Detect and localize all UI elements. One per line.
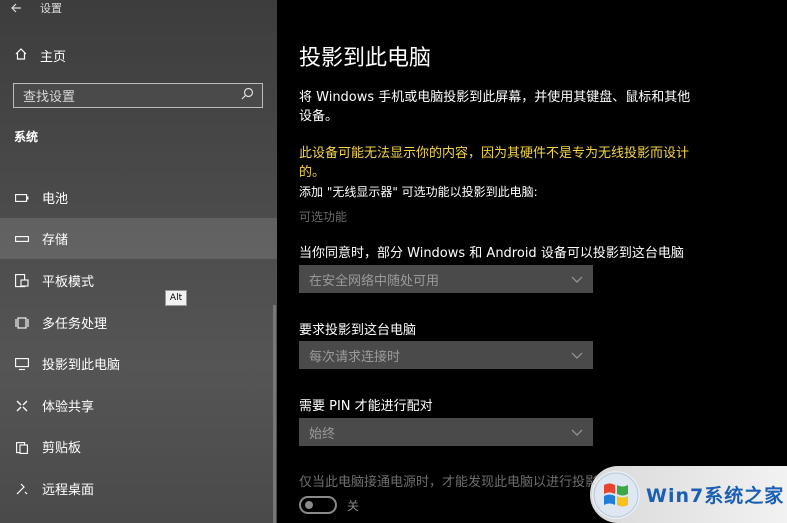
request-dropdown[interactable]: 每次请求连接时 [299,341,593,369]
toggle-state: 关 [347,498,360,513]
sidebar-item-battery[interactable]: 电池 [0,177,277,218]
chevron-down-icon [571,425,583,440]
search-placeholder: 查找设置 [23,90,76,105]
sidebar-item-clipboard[interactable]: 剪贴板 [0,426,277,467]
sidebar-item-remote-desktop[interactable]: 远程桌面 [0,468,277,509]
tablet-mode-icon [14,273,30,289]
description-text: 将 Windows 手机或电脑投影到此屏幕，并使用其键盘、鼠标和其他设备。 [299,90,691,124]
section-title: 系统 [14,130,39,144]
hardware-warning: 此设备可能无法显示你的内容，因为其硬件不是专为无线投影而设计的。 [299,146,690,180]
pin-dropdown[interactable]: 始终 [299,418,593,446]
shared-experiences-icon [14,398,30,414]
sidebar-item-label: 电池 [42,192,69,207]
request-value: 每次请求连接时 [309,349,401,365]
home-link[interactable]: 主页 [14,46,66,65]
title-bar: 设置 [10,0,62,16]
battery-icon [14,190,30,206]
sidebar-item-label: 多任务处理 [42,317,108,332]
window-title: 设置 [40,2,62,15]
page-title: 投影到此电脑 [299,46,432,71]
sidebar-item-multitasking[interactable]: 多任务处理 [0,302,277,343]
sidebar-item-tablet-mode[interactable]: 平板模式 [0,260,277,301]
sidebar-item-label: 体验共享 [42,400,95,415]
chevron-down-icon [571,272,583,287]
sidebar-scrollbar[interactable] [273,305,276,523]
add-feature-text: 添加 "无线显示器" 可选功能以投影到此电脑: [299,185,538,199]
power-label: 仅当此电脑接通电源时，才能发现此电脑以进行投影 [299,475,599,490]
search-icon[interactable] [241,87,254,104]
pin-label: 需要 PIN 才能进行配对 [299,399,433,414]
sidebar-item-label: 存储 [42,233,69,248]
sidebar-item-project-to-pc[interactable]: 投影到此电脑 [0,343,277,384]
power-toggle-row: 关 [299,496,359,514]
chevron-down-icon [571,348,583,363]
sidebar-item-label: 剪贴板 [42,441,82,456]
windows-logo-icon [592,470,640,519]
availability-value: 在安全网络中随处可用 [309,273,440,289]
sidebar-item-label: 投影到此电脑 [42,358,121,373]
home-label: 主页 [40,50,67,65]
availability-dropdown[interactable]: 在安全网络中随处可用 [299,265,593,293]
remote-desktop-icon [14,481,30,497]
main-content: 投影到此电脑 将 Windows 手机或电脑投影到此屏幕，并使用其键盘、鼠标和其… [277,0,787,523]
sidebar-item-storage[interactable]: 存储 [0,218,277,259]
search-input[interactable]: 查找设置 [13,83,263,108]
storage-icon [14,231,30,247]
request-label: 要求投影到这台电脑 [299,323,417,338]
watermark-text: Win7系统之家 [646,485,785,507]
availability-label: 当你同意时，部分 Windows 和 Android 设备可以投影到这台电脑 [299,246,684,261]
toggle-knob [305,501,313,509]
multitasking-icon [14,315,30,331]
pin-value: 始终 [309,426,336,442]
clipboard-icon [14,439,30,455]
sidebar-item-label: 远程桌面 [42,483,95,498]
sidebar-item-shared-experiences[interactable]: 体验共享 [0,385,277,426]
power-toggle[interactable] [299,496,337,514]
settings-sidebar: 设置 主页 查找设置 系统 电池 存储 平板模式 Alt 多任务处理 投影到此电… [0,0,277,523]
home-icon [14,47,28,65]
back-arrow-icon[interactable] [10,2,22,14]
optional-features-link[interactable]: 可选功能 [299,208,347,225]
watermark: Win7系统之家 [590,466,787,523]
project-icon [14,356,30,372]
sidebar-item-label: 平板模式 [42,275,95,290]
